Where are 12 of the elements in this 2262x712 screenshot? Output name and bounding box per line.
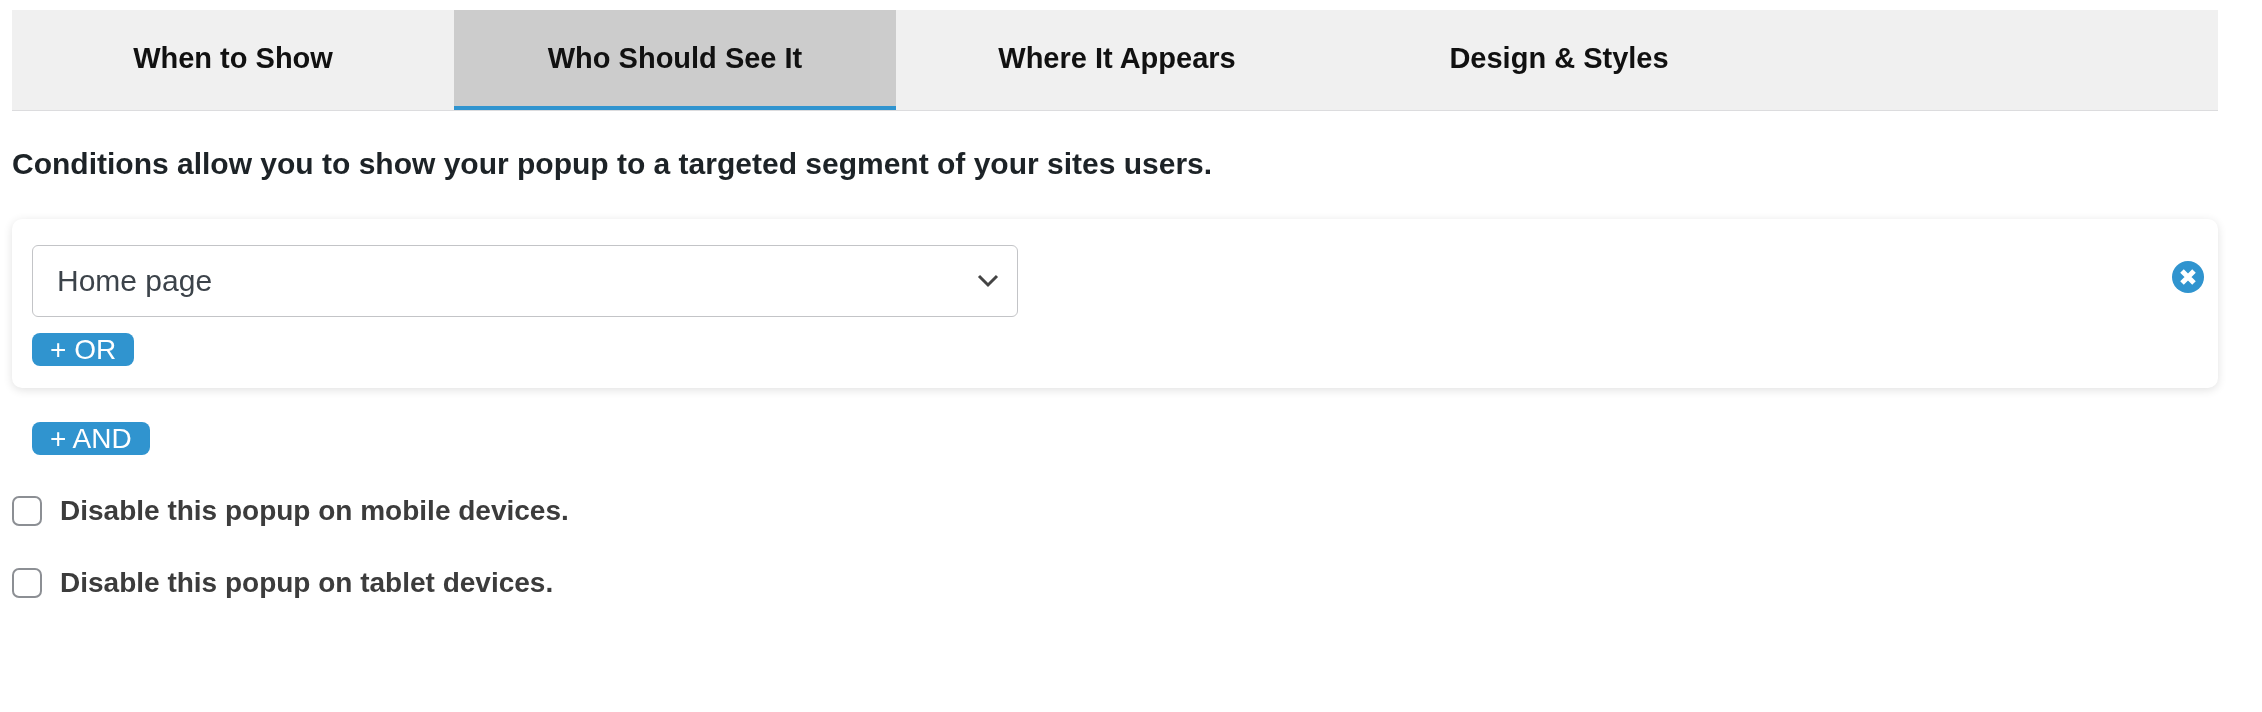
chevron-down-icon (977, 274, 999, 288)
condition-select[interactable]: Home page (32, 245, 1018, 317)
intro-text: Conditions allow you to show your popup to a targeted segment of your sites users. (12, 147, 1214, 181)
tab[interactable]: Design & Styles (1338, 10, 1780, 110)
tab[interactable]: Who Should See It (454, 10, 896, 110)
close-icon[interactable] (2172, 261, 2204, 293)
checkbox[interactable] (12, 496, 42, 526)
checkbox-label: Disable this popup on tablet devices. (60, 567, 554, 599)
checkbox[interactable] (12, 568, 42, 598)
tab[interactable]: Where It Appears (896, 10, 1338, 110)
tab[interactable]: When to Show (12, 10, 454, 110)
checkbox-label: Disable this popup on mobile devices. (60, 495, 569, 527)
